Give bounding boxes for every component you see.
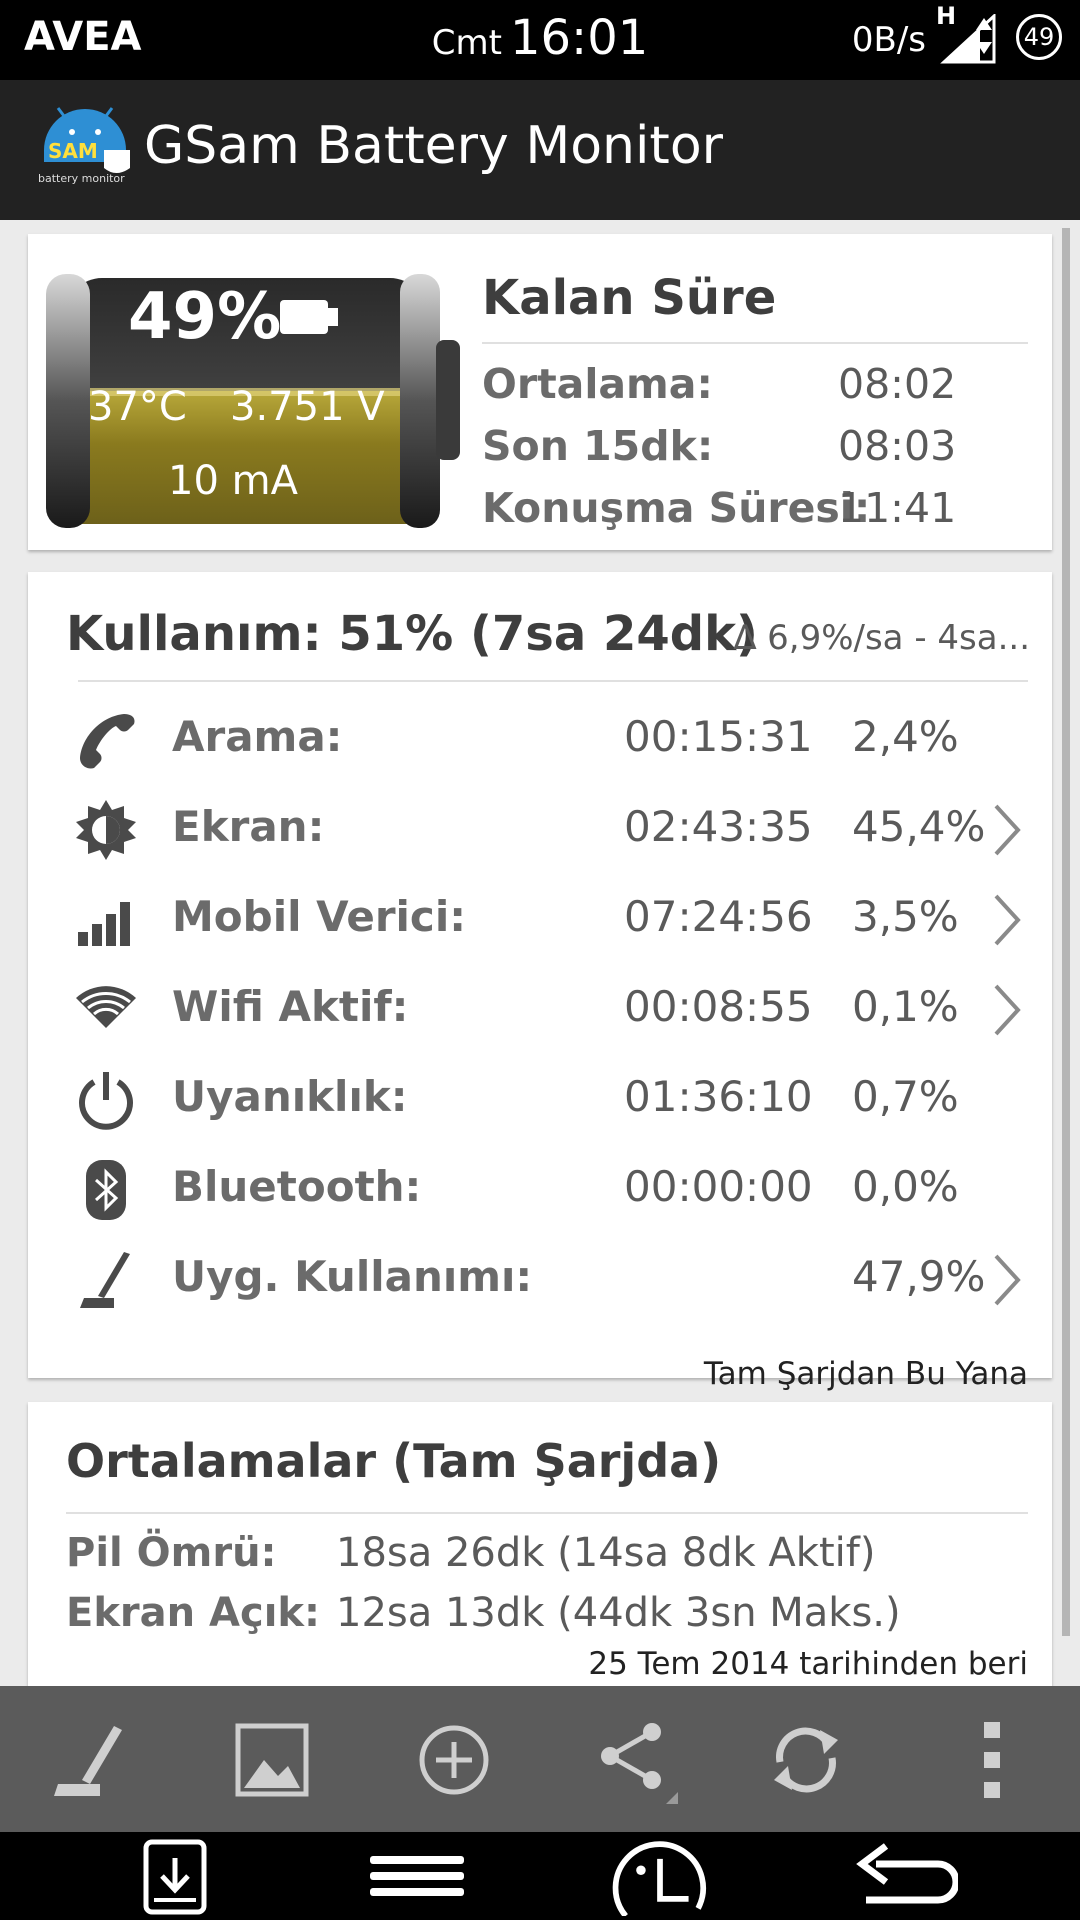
chevron-right-icon[interactable] bbox=[990, 800, 1024, 860]
usage-footer: Tam Şarjdan Bu Yana bbox=[703, 1356, 1028, 1392]
usage-card: Kullanım: 51% (7sa 24dk) ∆ 6,9%/sa - 4sa… bbox=[28, 572, 1052, 1392]
usage-percent: 45,4% bbox=[852, 802, 986, 851]
app-logo-icon: SAM battery monitor bbox=[38, 107, 130, 185]
remaining-value: 08:03 bbox=[838, 422, 957, 470]
usage-time: 02:43:35 bbox=[624, 802, 813, 851]
power-icon bbox=[79, 1072, 133, 1130]
app-usage-icon[interactable] bbox=[44, 1712, 140, 1808]
averages-label: Pil Ömrü: bbox=[66, 1530, 277, 1576]
usage-percent: 0,7% bbox=[852, 1072, 959, 1121]
averages-card: Ortalamalar (Tam Şarjda) Pil Ömrü: 18sa … bbox=[28, 1402, 1052, 1692]
phone-icon bbox=[80, 714, 135, 769]
usage-row-bluetooth: Bluetooth: 00:00:00 0,0% bbox=[28, 1146, 1052, 1236]
network-speed: 0B/s bbox=[851, 20, 926, 60]
chevron-right-icon[interactable] bbox=[990, 890, 1024, 950]
averages-title: Ortalamalar (Tam Şarjda) bbox=[66, 1434, 722, 1488]
home-icon[interactable] bbox=[610, 1836, 710, 1916]
navigation-bar bbox=[0, 1832, 1080, 1920]
remaining-value: 08:02 bbox=[838, 360, 957, 408]
battery-status-card: 49% 37°C 3.751 V 10 mA Kalan Süre Ortala… bbox=[28, 234, 1052, 550]
status-time: 16:01 bbox=[509, 10, 649, 66]
usage-rate: ∆ 6,9%/sa - 4sa... bbox=[733, 618, 1030, 658]
add-icon[interactable] bbox=[406, 1712, 502, 1808]
bottom-toolbar bbox=[0, 1686, 1080, 1832]
averages-value: 12sa 13dk (44dk 3sn Maks.) bbox=[336, 1590, 901, 1636]
action-bar: SAM battery monitor GSam Battery Monitor bbox=[0, 80, 1080, 220]
brightness-icon bbox=[76, 800, 136, 860]
app-usage-icon bbox=[80, 1252, 130, 1308]
bluetooth-icon bbox=[86, 1160, 126, 1220]
usage-label: Uyg. Kullanımı: bbox=[172, 1252, 533, 1301]
usage-percent: 3,5% bbox=[852, 892, 959, 941]
refresh-icon[interactable] bbox=[758, 1712, 854, 1808]
remaining-title: Kalan Süre bbox=[482, 270, 777, 326]
remaining-label: Ortalama: bbox=[482, 360, 713, 408]
status-bar: AVEA Cmt 16:01 0B/s H 49 bbox=[0, 0, 1080, 80]
notification-tray-icon[interactable] bbox=[140, 1836, 210, 1916]
image-icon[interactable] bbox=[224, 1712, 320, 1808]
chevron-right-icon[interactable] bbox=[990, 1250, 1024, 1310]
scrollbar[interactable] bbox=[1062, 228, 1070, 1636]
usage-percent: 2,4% bbox=[852, 712, 959, 761]
usage-row-mobile-radio[interactable]: Mobil Verici: 07:24:56 3,5% bbox=[28, 876, 1052, 966]
remaining-value: 11:41 bbox=[838, 484, 957, 532]
wifi-icon bbox=[76, 986, 136, 1028]
usage-time: 00:08:55 bbox=[624, 982, 813, 1031]
usage-row-app-usage[interactable]: Uyg. Kullanımı: 47,9% bbox=[28, 1236, 1052, 1326]
usage-percent: 0,1% bbox=[852, 982, 959, 1031]
usage-row-awake: Uyanıklık: 01:36:10 0,7% bbox=[28, 1056, 1052, 1146]
usage-divider bbox=[78, 680, 1028, 682]
usage-label: Bluetooth: bbox=[172, 1162, 422, 1211]
usage-row-wifi[interactable]: Wifi Aktif: 00:08:55 0,1% bbox=[28, 966, 1052, 1056]
usage-percent: 0,0% bbox=[852, 1162, 959, 1211]
usage-time: 00:15:31 bbox=[624, 712, 813, 761]
cell-signal-icon bbox=[78, 902, 130, 946]
usage-row-call: Arama: 00:15:31 2,4% bbox=[28, 696, 1052, 786]
remaining-label: Konuşma Süresi: bbox=[482, 484, 871, 532]
menu-icon[interactable] bbox=[368, 1836, 466, 1916]
logo-subtext: battery monitor bbox=[38, 172, 125, 185]
app-title: GSam Battery Monitor bbox=[144, 116, 724, 176]
usage-label: Wifi Aktif: bbox=[172, 982, 409, 1031]
averages-label: Ekran Açık: bbox=[66, 1590, 321, 1636]
usage-label: Uyanıklık: bbox=[172, 1072, 408, 1121]
battery-status-icon: 49 bbox=[1016, 14, 1062, 60]
chevron-right-icon[interactable] bbox=[990, 980, 1024, 1040]
remaining-label: Son 15dk: bbox=[482, 422, 714, 470]
battery-temperature: 37°C bbox=[88, 384, 187, 430]
usage-label: Ekran: bbox=[172, 802, 325, 851]
averages-value: 18sa 26dk (14sa 8dk Aktif) bbox=[336, 1530, 876, 1576]
overflow-menu-icon[interactable] bbox=[944, 1712, 1040, 1808]
averages-footer: 25 Tem 2014 tarihinden beri bbox=[588, 1646, 1028, 1682]
battery-percent: 49% bbox=[128, 280, 282, 354]
battery-voltage: 3.751 V bbox=[230, 384, 385, 430]
averages-divider bbox=[66, 1512, 1028, 1514]
back-icon[interactable] bbox=[848, 1836, 958, 1916]
usage-time: 01:36:10 bbox=[624, 1072, 813, 1121]
usage-label: Mobil Verici: bbox=[172, 892, 467, 941]
usage-row-screen[interactable]: Ekran: 02:43:35 45,4% bbox=[28, 786, 1052, 876]
remaining-divider bbox=[482, 342, 1028, 344]
status-day: Cmt bbox=[431, 23, 502, 63]
battery-current: 10 mA bbox=[168, 458, 298, 504]
usage-time: 07:24:56 bbox=[624, 892, 813, 941]
usage-label: Arama: bbox=[172, 712, 343, 761]
usage-time: 00:00:00 bbox=[624, 1162, 813, 1211]
share-icon[interactable] bbox=[586, 1712, 682, 1808]
logo-text: SAM bbox=[48, 139, 98, 163]
usage-title: Kullanım: 51% (7sa 24dk) bbox=[66, 606, 758, 662]
usage-percent: 47,9% bbox=[852, 1252, 986, 1301]
signal-strength-icon bbox=[940, 14, 996, 64]
